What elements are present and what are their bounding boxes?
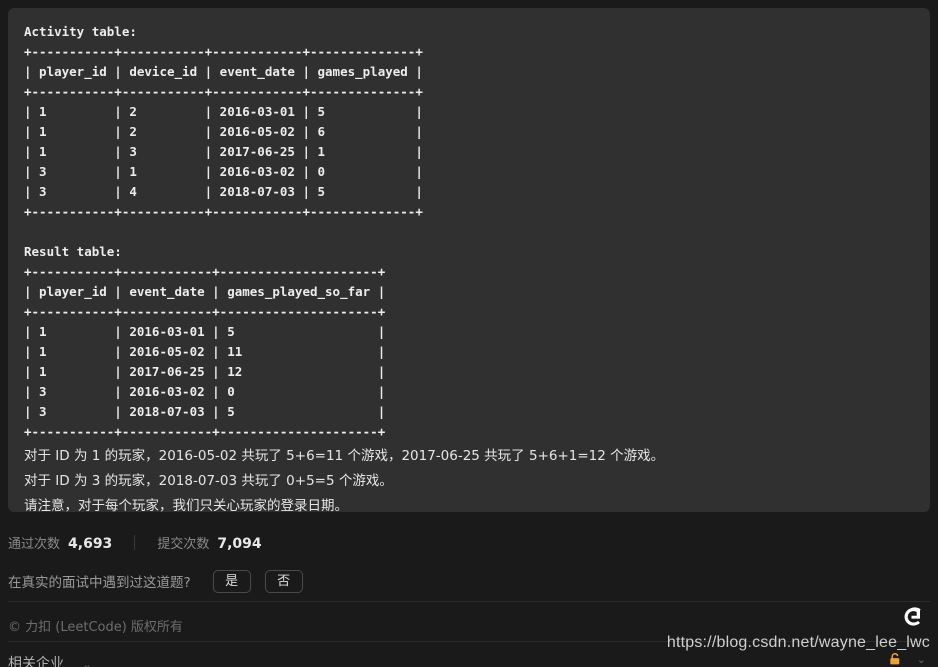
interview-vote-yes-button[interactable]: 是 [212,569,251,593]
footer-divider-top [8,601,930,602]
related-companies-label: 相关企业 [8,656,64,667]
copyright-text: © 力扣 (LeetCode) 版权所有 [8,620,183,635]
accepted-stat: 通过次数 4,693 [8,533,112,552]
watermark-url: https://blog.csdn.net/wayne_lee_lwc [666,634,930,651]
explanation-line-2: 对于 ID 为 3 的玩家，2018-07-03 共玩了 0+5=5 个游戏。 [24,473,393,489]
accepted-value: 4,693 [68,535,113,552]
example-code-panel: Activity table: +-----------+-----------… [8,8,930,512]
submissions-label: 提交次数 [157,536,210,552]
accepted-label: 通过次数 [8,536,61,552]
submissions-value: 7,094 [217,535,262,552]
interview-poll-row: 在真实的面试中遇到过这道题? 是 否 [8,568,303,594]
activity-table-block: Activity table: +-----------+-----------… [24,24,423,219]
scroll-chevron-down-icon[interactable]: ⌄ [917,653,926,666]
interview-vote-no-button[interactable]: 否 [264,569,303,593]
csdn-logo-icon [900,604,926,630]
page-root: Activity table: +-----------+-----------… [0,0,938,667]
problem-stats-row: 通过次数 4,693 提交次数 7,094 [8,531,262,553]
explanation-line-1: 对于 ID 为 1 的玩家，2016-05-02 共玩了 5+6=11 个游戏，… [24,448,665,464]
interview-poll-question: 在真实的面试中遇到过这道题? [8,575,191,591]
submissions-stat: 提交次数 7,094 [157,533,261,552]
related-companies-section[interactable]: 相关企业 ⌄ [8,653,92,667]
stats-divider [134,534,136,550]
result-table-block: Result table: +-----------+------------+… [24,244,386,439]
chevron-down-icon[interactable]: ⌄ [82,658,91,667]
lock-icon [888,652,902,666]
explanation-line-3: 请注意，对于每个玩家，我们只关心玩家的登录日期。 [24,498,348,512]
